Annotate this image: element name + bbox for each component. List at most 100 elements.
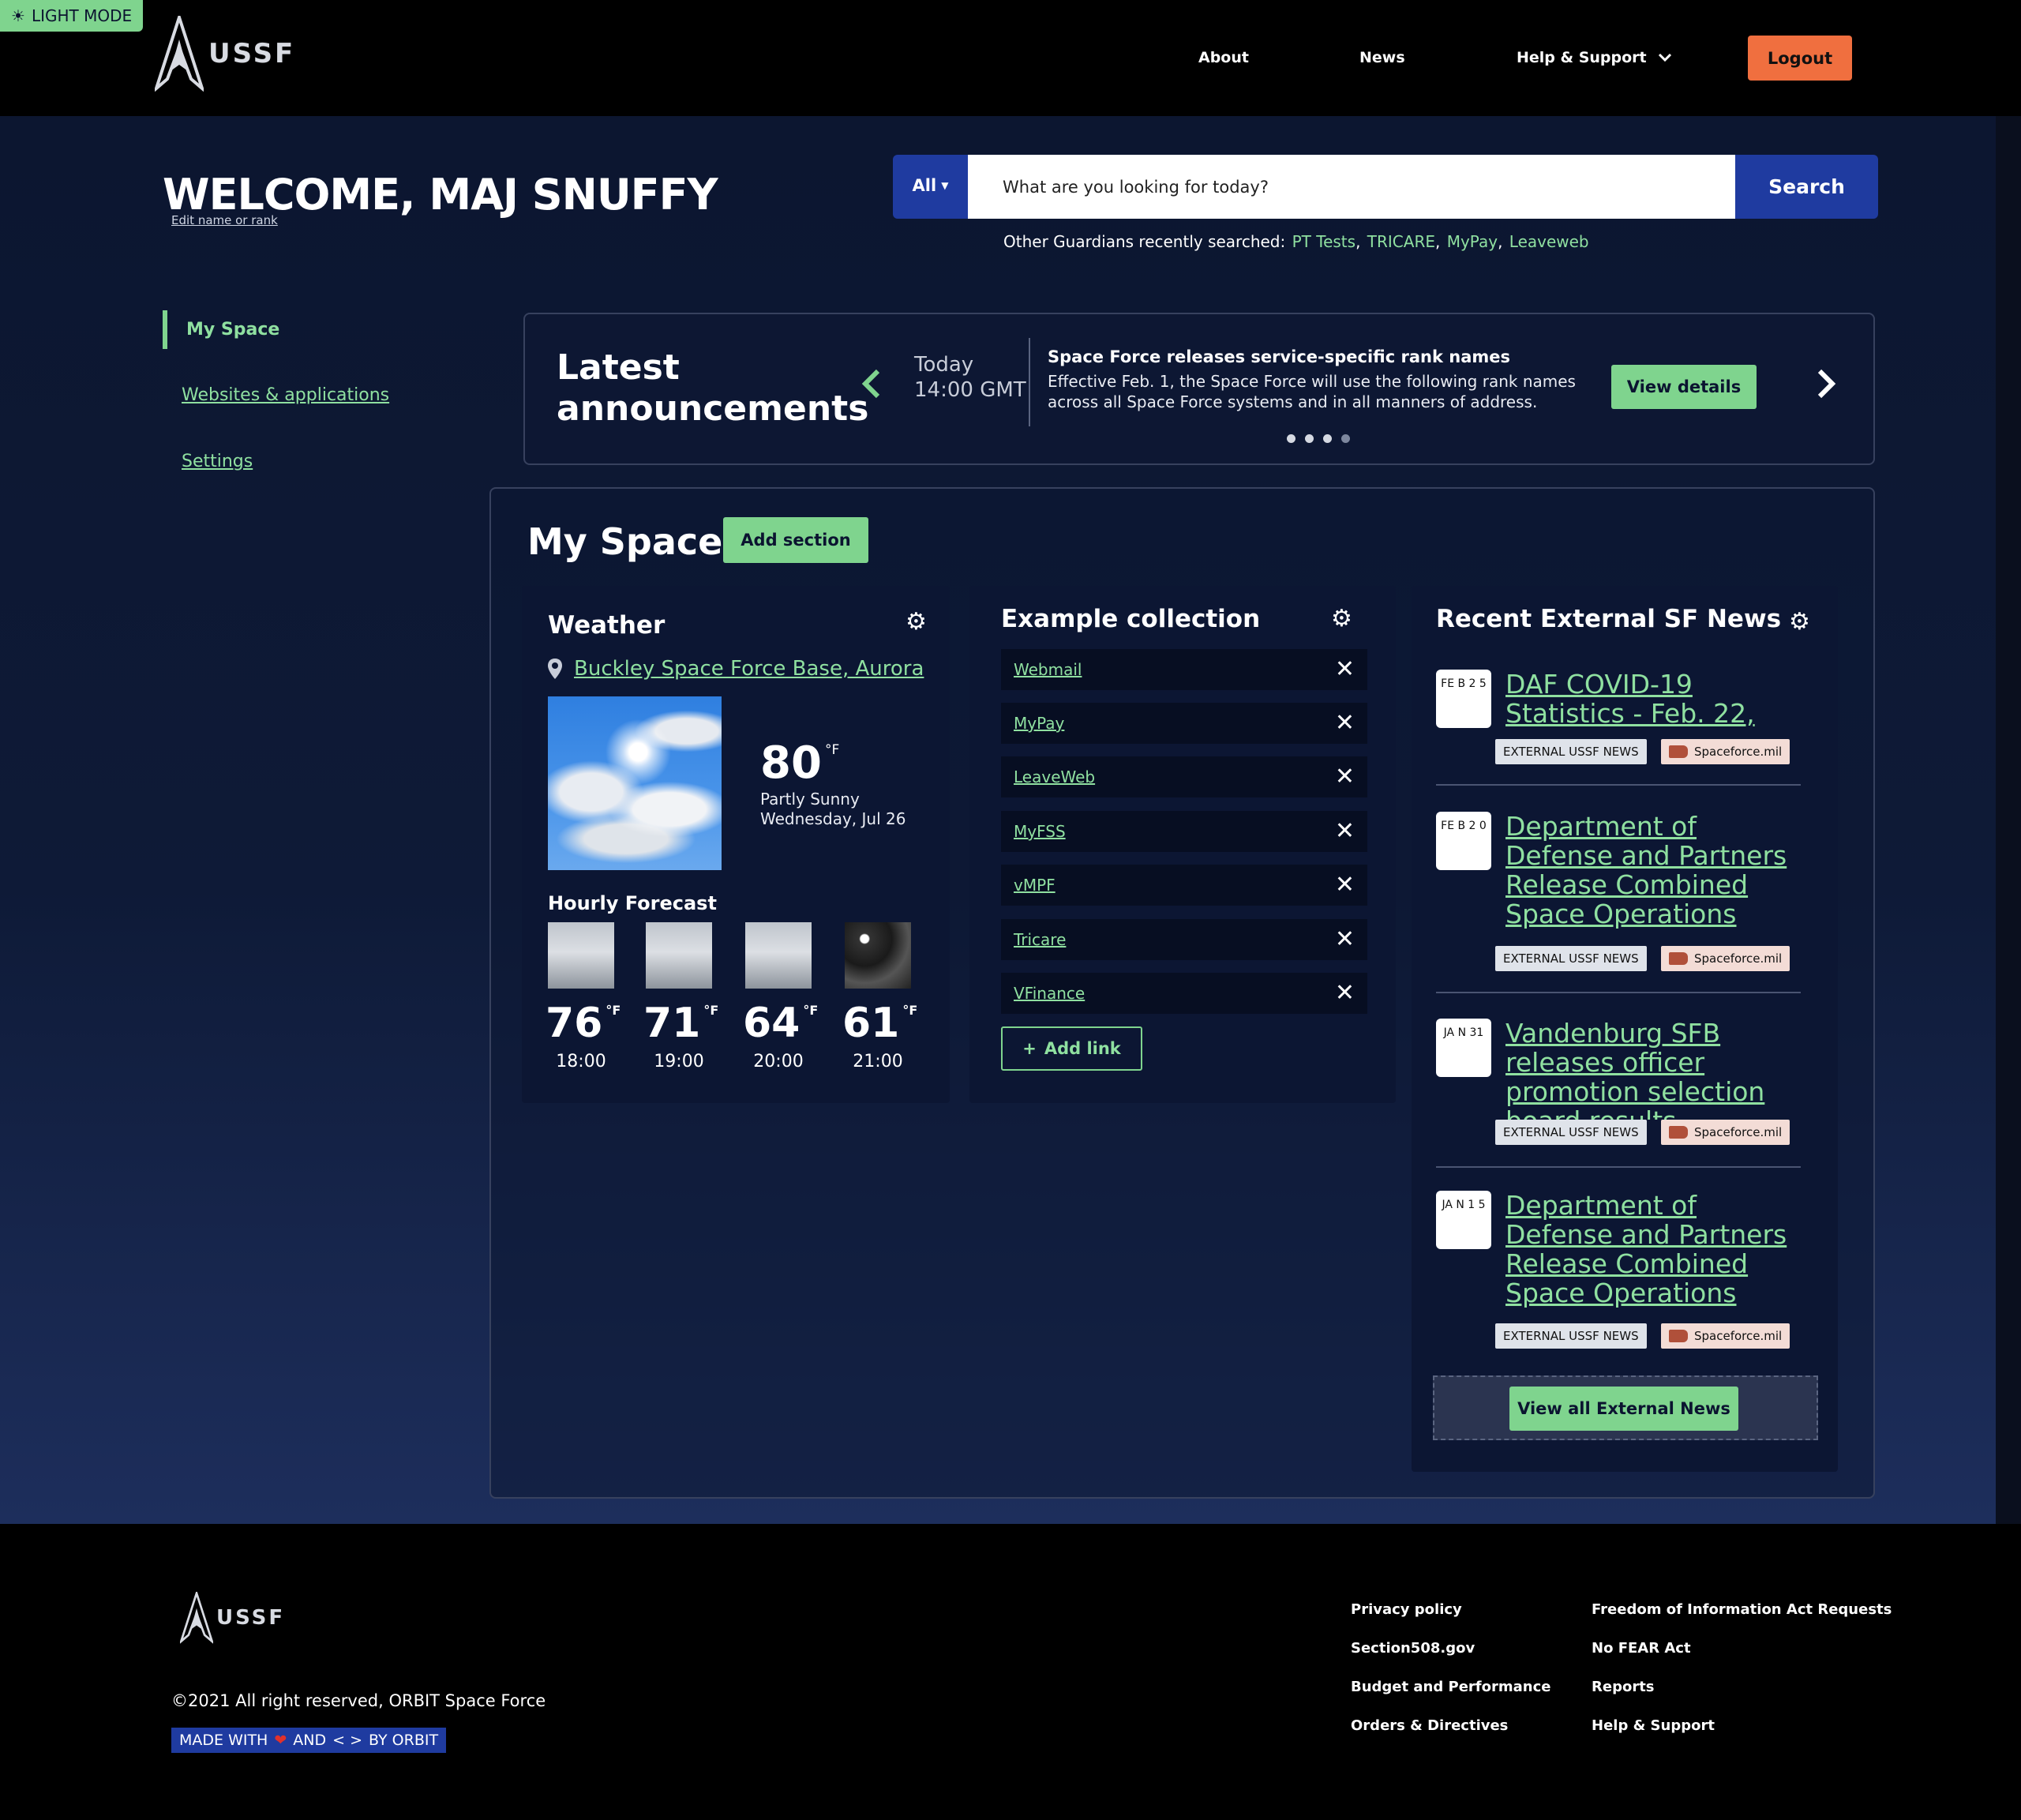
- close-icon[interactable]: ✕: [1335, 928, 1355, 951]
- announcements-title: Latest announcements: [557, 347, 869, 429]
- footer-link[interactable]: Help & Support: [1592, 1717, 1715, 1734]
- collection-link[interactable]: vMPF: [1014, 876, 1055, 895]
- collection-link[interactable]: MyFSS: [1014, 822, 1066, 841]
- close-icon[interactable]: ✕: [1335, 981, 1355, 1005]
- search-input[interactable]: [968, 155, 1735, 219]
- carousel-dot[interactable]: [1305, 434, 1314, 443]
- weather-condition: Partly Sunny Wednesday, Jul 26: [760, 790, 906, 829]
- footer-link[interactable]: Orders & Directives: [1351, 1717, 1508, 1734]
- gear-icon[interactable]: ⚙: [906, 608, 927, 636]
- footer-link[interactable]: Freedom of Information Act Requests: [1592, 1601, 1892, 1618]
- announcement-body: Effective Feb. 1, the Space Force will u…: [1048, 372, 1576, 411]
- sidebar-item-my-space[interactable]: My Space: [163, 310, 279, 349]
- hour-unit: °F: [902, 1003, 918, 1018]
- collection-link-item: VFinance ✕: [1001, 973, 1367, 1014]
- logo-text: USSF: [216, 1606, 286, 1630]
- hour-unit: °F: [703, 1003, 719, 1018]
- collection-link[interactable]: LeaveWeb: [1014, 767, 1095, 786]
- carousel-dot[interactable]: [1323, 434, 1332, 443]
- footer-link[interactable]: No FEAR Act: [1592, 1640, 1691, 1657]
- gear-icon[interactable]: ⚙: [1789, 608, 1810, 636]
- search-button[interactable]: Search: [1735, 155, 1878, 219]
- divider: [1436, 784, 1801, 786]
- recent-search-link[interactable]: PT Tests: [1292, 232, 1355, 251]
- divider: [1436, 992, 1801, 993]
- close-icon[interactable]: ✕: [1335, 873, 1355, 897]
- news-source-tag: Spaceforce.mil: [1661, 739, 1790, 764]
- delta-logo-icon: [155, 16, 204, 92]
- news-headline-link[interactable]: Department of Defense and Partners Relea…: [1505, 1191, 1805, 1309]
- news-headline-link[interactable]: Vandenburg SFB releases officer promotio…: [1505, 1019, 1805, 1120]
- weather-location[interactable]: Buckley Space Force Base, Aurora: [547, 657, 924, 681]
- hour-time: 18:00: [556, 1052, 606, 1071]
- news-headline-link[interactable]: Department of Defense and Partners Relea…: [1505, 812, 1805, 930]
- footer-link[interactable]: Reports: [1592, 1679, 1655, 1695]
- site-footer: USSF ©2021 All right reserved, ORBIT Spa…: [0, 1524, 2021, 1820]
- footer-link[interactable]: Budget and Performance: [1351, 1679, 1550, 1695]
- hourly-forecast-item: 76 °F 18:00: [546, 922, 621, 1071]
- news-source-label: Spaceforce.mil: [1694, 1329, 1783, 1343]
- chevron-down-icon: [1658, 53, 1671, 62]
- add-section-button[interactable]: Add section: [723, 517, 868, 563]
- close-icon[interactable]: ✕: [1335, 820, 1355, 843]
- welcome-title: WELCOME, MAJ SNUFFY: [163, 170, 718, 220]
- collection-link[interactable]: MyPay: [1014, 714, 1064, 733]
- tag-icon: [1669, 952, 1688, 965]
- add-link-button[interactable]: + Add link: [1001, 1026, 1142, 1071]
- news-date-badge: JA N 31: [1436, 1019, 1491, 1077]
- close-icon[interactable]: ✕: [1335, 765, 1355, 789]
- light-mode-label: LIGHT MODE: [31, 6, 133, 25]
- recent-search-link[interactable]: TRICARE: [1367, 232, 1435, 251]
- nav-help-support[interactable]: Help & Support: [1517, 49, 1672, 66]
- news-headline-link[interactable]: DAF COVID-19 Statistics - Feb. 22, 2022: [1505, 670, 1805, 730]
- made-with-text: MADE WITH: [179, 1732, 268, 1749]
- ussf-logo[interactable]: USSF: [155, 16, 295, 92]
- collection-link[interactable]: VFinance: [1014, 984, 1085, 1003]
- chevron-left-icon[interactable]: [861, 368, 881, 400]
- collection-link[interactable]: Tricare: [1014, 930, 1066, 949]
- footer-logo[interactable]: USSF: [180, 1592, 285, 1644]
- sidebar-item-settings[interactable]: Settings: [182, 452, 253, 471]
- hour-unit: °F: [606, 1003, 621, 1018]
- news-item: JA N 1 5 Department of Defense and Partn…: [1436, 1191, 1803, 1357]
- code-icon: < >: [332, 1732, 363, 1749]
- search-scope-select[interactable]: All ▼: [893, 155, 968, 219]
- collection-link[interactable]: Webmail: [1014, 660, 1082, 679]
- news-category-tag: EXTERNAL USSF NEWS: [1495, 1323, 1647, 1349]
- news-source-label: Spaceforce.mil: [1694, 745, 1783, 759]
- view-all-news-button[interactable]: View all External News: [1509, 1387, 1738, 1431]
- hour-time: 19:00: [654, 1052, 704, 1071]
- edit-name-link[interactable]: Edit name or rank: [171, 213, 278, 227]
- news-item: FE B 2 0 Department of Defense and Partn…: [1436, 812, 1803, 978]
- view-details-button[interactable]: View details: [1611, 365, 1757, 409]
- footer-link[interactable]: Privacy policy: [1351, 1601, 1462, 1618]
- nav-news[interactable]: News: [1359, 49, 1405, 66]
- footer-link[interactable]: Section508.gov: [1351, 1640, 1475, 1657]
- logo-text: USSF: [208, 38, 296, 69]
- recent-searches: Other Guardians recently searched: PT Te…: [1003, 232, 1589, 251]
- sidebar-item-websites[interactable]: Websites & applications: [182, 385, 389, 405]
- chevron-right-icon[interactable]: [1817, 368, 1837, 400]
- gear-icon[interactable]: ⚙: [1331, 605, 1352, 632]
- news-item: JA N 31 Vandenburg SFB releases officer …: [1436, 1019, 1803, 1153]
- recent-search-link[interactable]: MyPay: [1447, 232, 1498, 251]
- light-mode-toggle[interactable]: ☀ LIGHT MODE: [0, 0, 144, 32]
- carousel-dot[interactable]: [1287, 434, 1295, 443]
- night-cloudy-icon: [845, 922, 911, 989]
- hour-temp: 61: [842, 1000, 900, 1047]
- close-icon[interactable]: ✕: [1335, 658, 1355, 681]
- carousel-dot[interactable]: [1341, 434, 1350, 443]
- hourly-forecast-item: 71 °F 19:00: [643, 922, 718, 1071]
- current-temperature: 80 °F: [760, 737, 839, 789]
- recent-search-link[interactable]: Leaveweb: [1509, 232, 1589, 251]
- announcement-time: 14:00 GMT: [914, 378, 1026, 402]
- made-with-and: AND: [293, 1732, 327, 1749]
- weather-condition-image: [548, 696, 722, 870]
- scrollbar[interactable]: [1996, 116, 2021, 1524]
- hourly-forecast-item: 61 °F 21:00: [842, 922, 917, 1071]
- nav-about[interactable]: About: [1198, 49, 1249, 66]
- carousel-dots: [1287, 434, 1350, 443]
- tag-icon: [1669, 1330, 1688, 1342]
- logout-button[interactable]: Logout: [1748, 36, 1852, 81]
- close-icon[interactable]: ✕: [1335, 711, 1355, 735]
